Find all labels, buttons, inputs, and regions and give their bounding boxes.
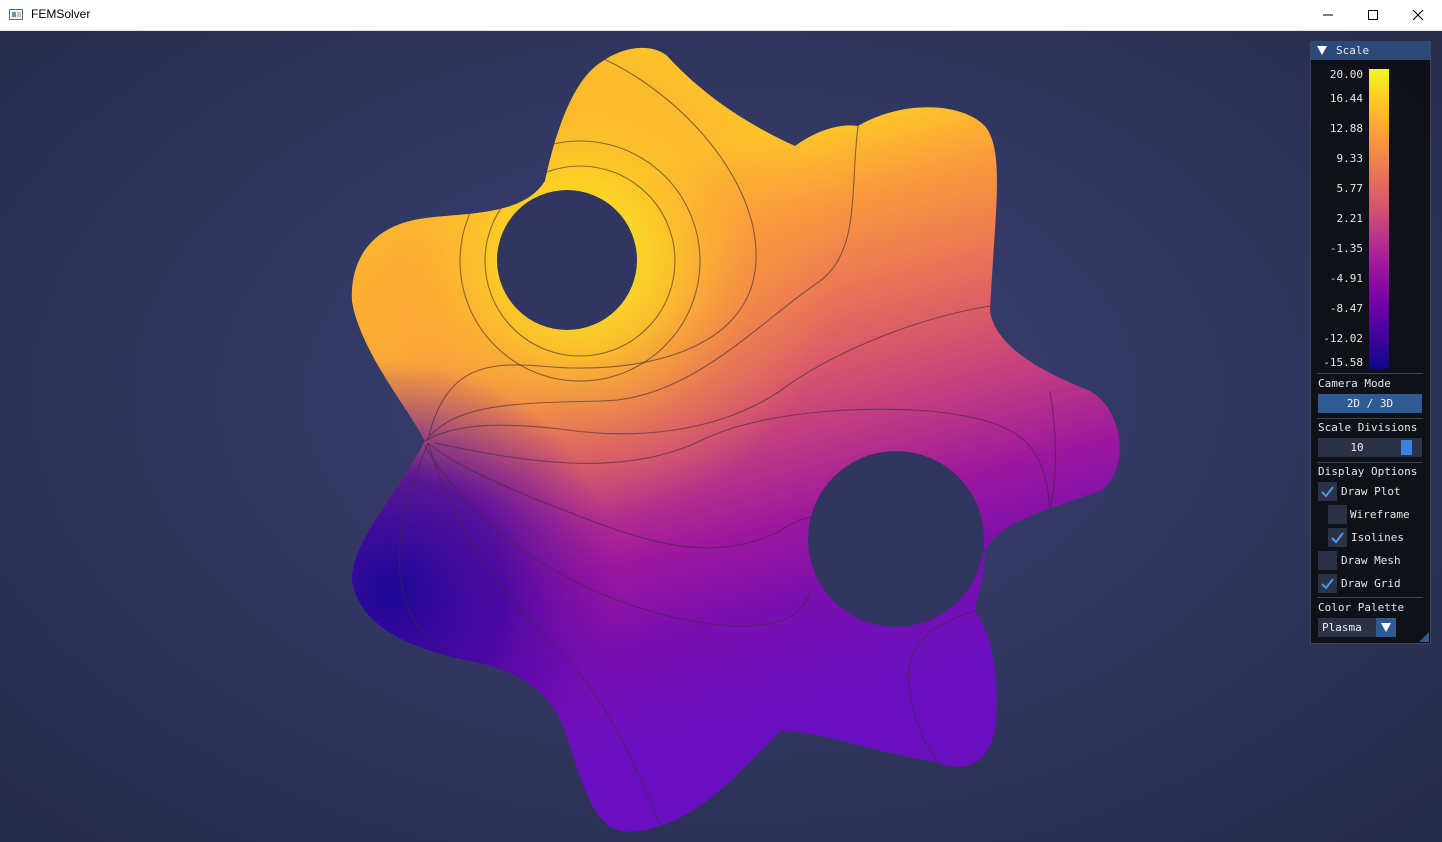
panel-title: Scale [1336,44,1370,57]
separator [1317,373,1423,374]
scale-divisions-label: Scale Divisions [1318,421,1418,434]
camera-mode-button[interactable]: 2D / 3D [1318,394,1422,413]
scale-panel[interactable]: Scale 20.00 16.44 12.88 9.33 5.77 2.21 -… [1310,41,1431,644]
title-bar: FEMSolver [0,0,1442,31]
minimize-button[interactable] [1305,0,1351,30]
checkmark-icon [1321,578,1334,590]
scale-tick: -1.35 [1329,242,1363,255]
display-options-label: Display Options [1318,465,1418,478]
scale-tick: -8.47 [1329,302,1363,315]
scale-divisions-slider[interactable]: 10 [1318,438,1422,457]
scale-tick: 20.00 [1329,68,1363,81]
close-icon [1412,9,1424,21]
maximize-icon [1368,10,1378,20]
camera-mode-label: Camera Mode [1318,377,1391,390]
color-scale-bar [1369,69,1389,369]
fem-plot [351,47,1120,832]
isolines-checkbox[interactable] [1328,528,1347,547]
collapse-arrow-icon[interactable] [1317,46,1327,55]
separator [1317,462,1423,463]
scale-tick: -15.58 [1323,356,1363,369]
slider-handle[interactable] [1401,440,1412,455]
dropdown-arrow-icon[interactable] [1376,618,1396,637]
draw-grid-checkbox[interactable] [1318,574,1337,593]
minimize-icon [1323,14,1333,16]
color-palette-select[interactable]: Plasma [1318,618,1396,637]
checkmark-icon [1331,532,1344,544]
isolines-label: Isolines [1351,531,1404,544]
resize-grip[interactable] [1419,632,1429,642]
draw-mesh-label: Draw Mesh [1341,554,1401,567]
scale-tick: 16.44 [1329,92,1363,105]
app-icon [9,9,23,20]
scale-tick: 12.88 [1329,122,1363,135]
color-palette-value: Plasma [1322,621,1362,634]
wireframe-checkbox[interactable] [1328,505,1347,524]
draw-grid-label: Draw Grid [1341,577,1401,590]
draw-plot-checkbox[interactable] [1318,482,1337,501]
maximize-button[interactable] [1350,0,1396,30]
separator [1317,597,1423,598]
draw-mesh-checkbox[interactable] [1318,551,1337,570]
wireframe-label: Wireframe [1350,508,1410,521]
scale-tick: -4.91 [1329,272,1363,285]
scale-tick: 9.33 [1336,152,1364,165]
window-title: FEMSolver [31,7,91,21]
separator [1317,418,1423,419]
draw-plot-label: Draw Plot [1341,485,1401,498]
slider-value: 10 [1350,441,1364,454]
color-palette-label: Color Palette [1318,601,1405,614]
scale-tick: 2.21 [1336,212,1364,225]
scale-tick: 5.77 [1336,182,1364,195]
close-button[interactable] [1395,0,1441,30]
checkmark-icon [1321,486,1334,498]
scale-tick: -12.02 [1323,332,1363,345]
panel-header[interactable]: Scale [1311,42,1430,60]
render-viewport[interactable] [0,31,1442,842]
